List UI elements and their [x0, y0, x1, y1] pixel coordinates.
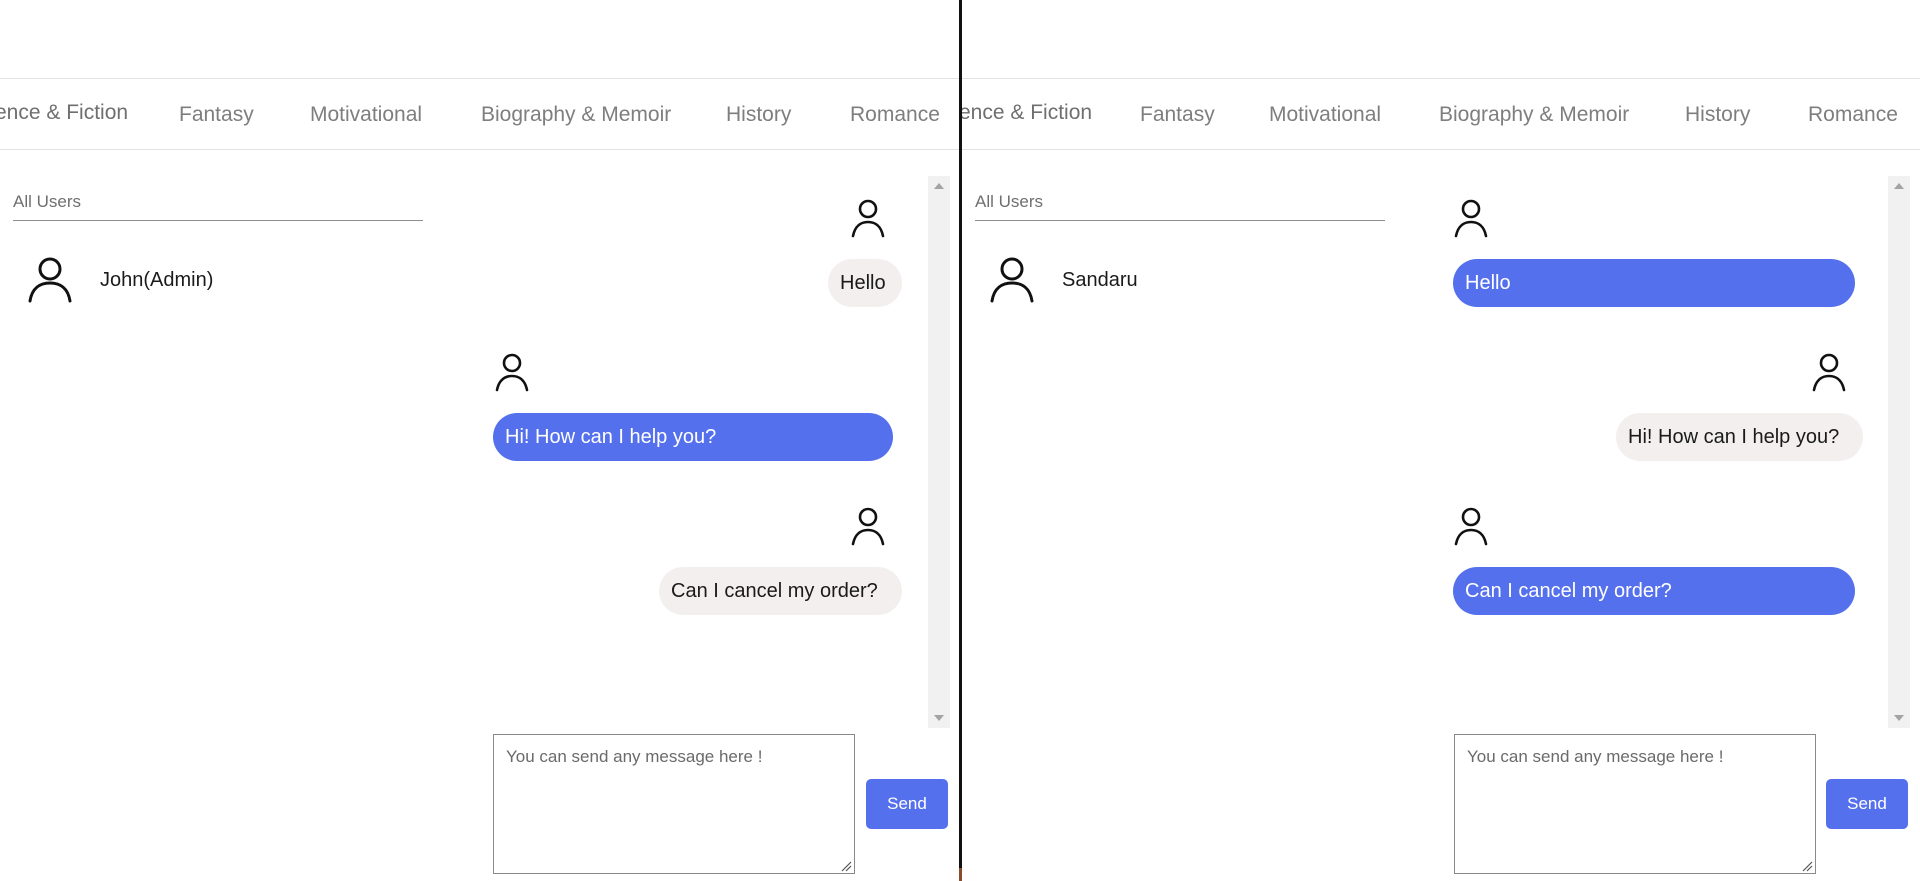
scroll-down-icon[interactable]: [1894, 715, 1904, 721]
user-list-item[interactable]: John(Admin): [26, 252, 426, 308]
category-motivational[interactable]: Motivational: [1269, 103, 1381, 127]
user-icon: [495, 353, 529, 392]
category-history[interactable]: History: [726, 103, 791, 127]
category-biography-memoir[interactable]: Biography & Memoir: [481, 103, 671, 127]
user-icon: [1812, 353, 1846, 392]
category-fantasy[interactable]: Fantasy: [1140, 103, 1215, 127]
message-bubble: Hello: [1453, 259, 1855, 307]
category-nav: ence & Fiction Fantasy Motivational Biog…: [962, 78, 1920, 150]
scroll-up-icon[interactable]: [1894, 183, 1904, 189]
all-users-input[interactable]: [13, 184, 423, 220]
user-icon: [851, 507, 885, 546]
category-science-fiction[interactable]: ence & Fiction: [962, 101, 1092, 125]
resize-grip-icon[interactable]: [1801, 860, 1813, 872]
all-users-search: [13, 184, 423, 221]
category-biography-memoir[interactable]: Biography & Memoir: [1439, 103, 1629, 127]
resize-grip-icon[interactable]: [840, 860, 852, 872]
chat-window-left: ence & Fiction Fantasy Motivational Biog…: [0, 0, 959, 881]
user-icon: [1454, 199, 1488, 238]
all-users-input[interactable]: [975, 184, 1385, 220]
message-bubble: Can I cancel my order?: [1453, 567, 1855, 615]
chat-window-right: ence & Fiction Fantasy Motivational Biog…: [962, 0, 1920, 881]
category-science-fiction[interactable]: ence & Fiction: [0, 101, 128, 125]
category-motivational[interactable]: Motivational: [310, 103, 422, 127]
user-name: Sandaru: [1062, 269, 1138, 291]
user-icon: [851, 199, 885, 238]
user-icon: [990, 257, 1034, 303]
category-history[interactable]: History: [1685, 103, 1750, 127]
category-fantasy[interactable]: Fantasy: [179, 103, 254, 127]
message-input[interactable]: [493, 734, 855, 874]
category-nav: ence & Fiction Fantasy Motivational Biog…: [0, 78, 959, 150]
message-bubble: Hi! How can I help you?: [1616, 413, 1863, 461]
category-romance[interactable]: Romance: [1808, 103, 1898, 127]
scroll-up-icon[interactable]: [934, 183, 944, 189]
user-name: John(Admin): [100, 269, 214, 291]
send-button[interactable]: Send: [866, 779, 948, 829]
user-icon: [1454, 507, 1488, 546]
message-bubble: Can I cancel my order?: [659, 567, 902, 615]
message-bubble: Hi! How can I help you?: [493, 413, 893, 461]
message-scrollbar[interactable]: [1888, 176, 1910, 728]
send-button[interactable]: Send: [1826, 779, 1908, 829]
user-icon: [28, 257, 72, 303]
message-scrollbar[interactable]: [928, 176, 950, 728]
category-romance[interactable]: Romance: [850, 103, 940, 127]
all-users-search: [975, 184, 1385, 221]
user-list-item[interactable]: Sandaru: [988, 252, 1388, 308]
scroll-down-icon[interactable]: [934, 715, 944, 721]
message-bubble: Hello: [828, 259, 902, 307]
screen: ence & Fiction Fantasy Motivational Biog…: [0, 0, 1920, 881]
message-input[interactable]: [1454, 734, 1816, 874]
